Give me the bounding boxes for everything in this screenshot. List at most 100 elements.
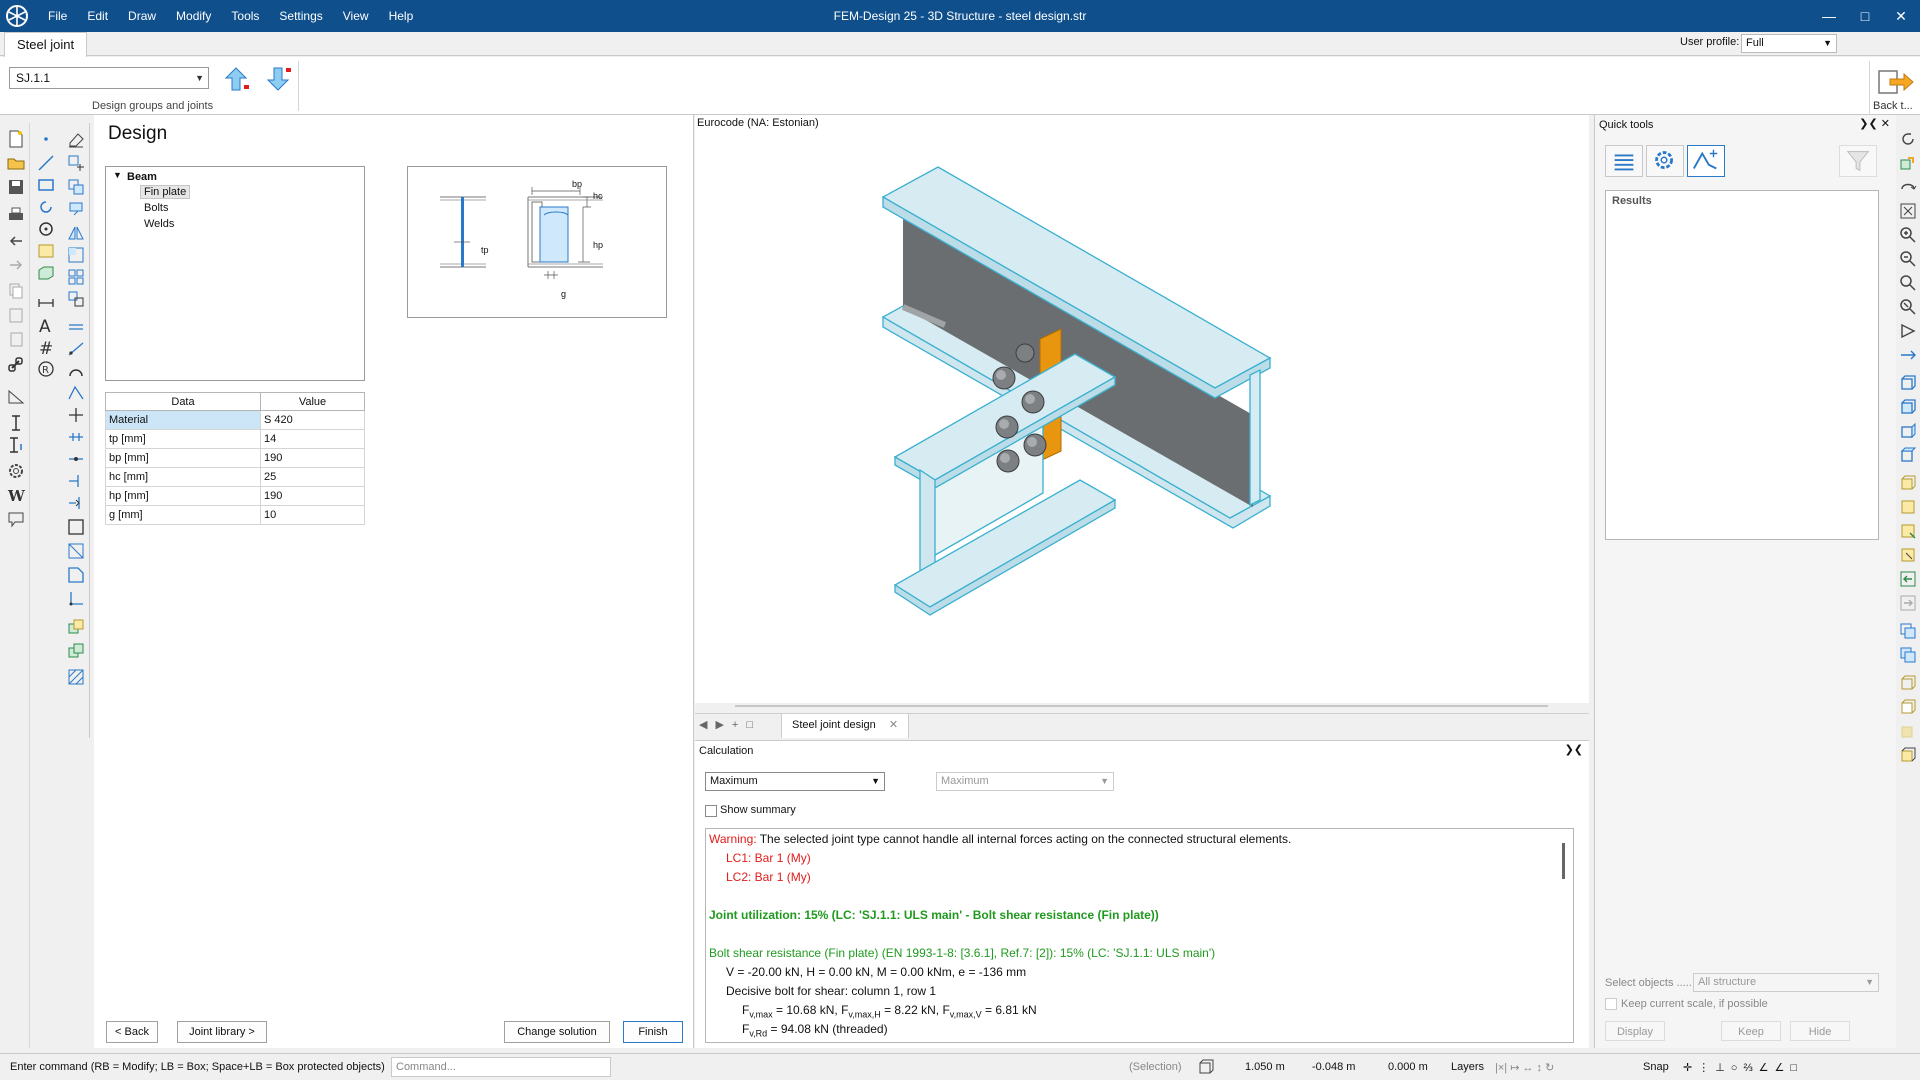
settings-gear-icon[interactable] <box>6 461 26 481</box>
tab-steel-joint-design[interactable]: Steel joint design ✕ <box>781 714 910 738</box>
array-icon[interactable] <box>66 267 86 287</box>
measure-angle-icon[interactable] <box>6 387 26 407</box>
show-summary-checkbox[interactable] <box>705 805 717 817</box>
group-icon[interactable] <box>66 617 86 637</box>
user-profile-select[interactable]: Full ▼ <box>1741 34 1837 53</box>
dimension-icon[interactable] <box>36 293 56 313</box>
word-w-icon[interactable]: W <box>6 485 26 505</box>
refresh-icon[interactable] <box>1898 129 1918 149</box>
copy-icon[interactable] <box>6 281 26 301</box>
menu-edit[interactable]: Edit <box>77 0 118 32</box>
row-value[interactable]: S 420 <box>260 410 365 430</box>
zoom-all-icon[interactable] <box>1898 297 1918 317</box>
back-button[interactable]: < Back <box>106 1021 158 1043</box>
rotate-view-icon[interactable] <box>1898 177 1918 197</box>
new-file-icon[interactable] <box>6 129 26 149</box>
circle-icon[interactable] <box>36 219 56 239</box>
row-value[interactable]: 14 <box>260 429 365 449</box>
view-direction-icon[interactable] <box>1898 321 1918 341</box>
table-row[interactable]: hc [mm] 25 <box>105 467 365 487</box>
command-input[interactable]: Command... <box>391 1057 611 1077</box>
extend-icon[interactable] <box>66 339 86 359</box>
tab-navigation-icons[interactable]: ◀▶+□ <box>699 718 761 731</box>
back-arrow-icon[interactable] <box>1898 569 1918 589</box>
3d-viewport[interactable]: Eurocode (NA: Estonian) <box>695 115 1589 707</box>
trim-icon[interactable] <box>66 471 86 491</box>
redo-icon[interactable] <box>6 255 26 275</box>
object-box-2-icon[interactable] <box>1898 497 1918 517</box>
menu-view[interactable]: View <box>333 0 379 32</box>
output-scrollbar[interactable] <box>1562 843 1565 879</box>
clipboard-icon[interactable] <box>6 329 26 349</box>
steel-joint-3d-model[interactable] <box>695 115 1589 703</box>
change-solution-button[interactable]: Change solution <box>504 1021 610 1043</box>
panel-close-icon[interactable]: ❯❮ ✕ <box>1859 117 1890 130</box>
print-icon[interactable] <box>6 205 26 225</box>
join-icon[interactable] <box>66 449 86 469</box>
coordinate-system-icon[interactable] <box>66 589 86 609</box>
close-tab-icon[interactable]: ✕ <box>889 719 898 731</box>
zoom-window-icon[interactable] <box>1898 273 1918 293</box>
table-row[interactable]: tp [mm] 14 <box>105 429 365 449</box>
break-icon[interactable] <box>66 493 86 513</box>
viewport-scrollbar[interactable] <box>735 705 1548 707</box>
maximize-icon[interactable]: □ <box>1848 0 1882 32</box>
menu-modify[interactable]: Modify <box>166 0 221 32</box>
tree-expand-icon[interactable]: ▼ <box>113 170 122 180</box>
copy-move-icon[interactable] <box>66 177 86 197</box>
text-a-icon[interactable]: A <box>36 315 56 337</box>
zoom-out-icon[interactable] <box>1898 249 1918 269</box>
object-box-1-icon[interactable] <box>1898 473 1918 493</box>
layers-stack-icon[interactable] <box>1605 145 1643 177</box>
undo-icon[interactable] <box>6 231 26 251</box>
view-cube-2-icon[interactable] <box>1898 397 1918 417</box>
parallel-lines-icon[interactable] <box>66 317 86 337</box>
tab-steel-joint[interactable]: Steel joint <box>4 32 88 57</box>
display-box-3-icon[interactable] <box>1898 721 1918 741</box>
move-up-arrow-icon[interactable] <box>222 65 250 93</box>
table-row[interactable]: hp [mm] 190 <box>105 486 365 506</box>
text-sort-icon[interactable] <box>6 435 26 455</box>
comment-icon[interactable] <box>6 509 26 529</box>
display-box-1-icon[interactable] <box>1898 673 1918 693</box>
registered-icon[interactable]: R <box>36 359 56 379</box>
copy-view-icon[interactable] <box>1898 621 1918 641</box>
ungroup-icon[interactable] <box>66 641 86 661</box>
intersect-icon[interactable] <box>66 405 86 425</box>
select-export-icon[interactable] <box>1898 153 1918 173</box>
grid-hash-icon[interactable]: # <box>36 337 56 359</box>
snap-mode-icons[interactable]: ✛⋮⊥○⅔∠∠□ <box>1683 1061 1803 1074</box>
menu-tools[interactable]: Tools <box>221 0 269 32</box>
eraser-icon[interactable] <box>66 129 86 149</box>
display-box-4-icon[interactable] <box>1898 745 1918 765</box>
line-icon[interactable] <box>36 153 56 173</box>
result-type-select[interactable]: Maximum ▼ <box>705 772 885 791</box>
pan-icon[interactable] <box>1898 345 1918 365</box>
view-cube-1-icon[interactable] <box>1898 373 1918 393</box>
scale-icon[interactable] <box>66 289 86 309</box>
joint-select[interactable]: SJ.1.1 ▼ <box>9 67 209 89</box>
point-icon[interactable] <box>36 129 56 149</box>
back-to-button[interactable]: Back t... <box>1869 61 1919 115</box>
cube-view-icon[interactable] <box>1196 1057 1216 1080</box>
hatch-icon[interactable] <box>66 667 86 687</box>
move-icon[interactable] <box>66 153 86 173</box>
frame-icon[interactable] <box>66 517 86 537</box>
panel-collapse-icon[interactable]: ❯❮ <box>1565 743 1583 756</box>
stretch-icon[interactable] <box>66 541 86 561</box>
mirror-icon[interactable] <box>66 223 86 243</box>
menu-file[interactable]: File <box>38 0 77 32</box>
minimize-icon[interactable]: — <box>1812 0 1846 32</box>
save-icon[interactable] <box>6 177 26 197</box>
object-box-4-icon[interactable] <box>1898 545 1918 565</box>
arc-icon[interactable] <box>66 361 86 381</box>
finish-button[interactable]: Finish <box>623 1021 683 1043</box>
rectangle-icon[interactable] <box>36 175 56 195</box>
split-icon[interactable] <box>66 427 86 447</box>
paste-icon[interactable] <box>6 305 26 325</box>
forward-arrow-icon[interactable] <box>1898 593 1918 613</box>
text-cursor-icon[interactable] <box>6 413 26 433</box>
close-icon[interactable]: ✕ <box>1884 0 1918 32</box>
tree-node-welds[interactable]: Welds <box>144 218 174 230</box>
tree-node-fin-plate[interactable]: Fin plate <box>140 185 191 199</box>
